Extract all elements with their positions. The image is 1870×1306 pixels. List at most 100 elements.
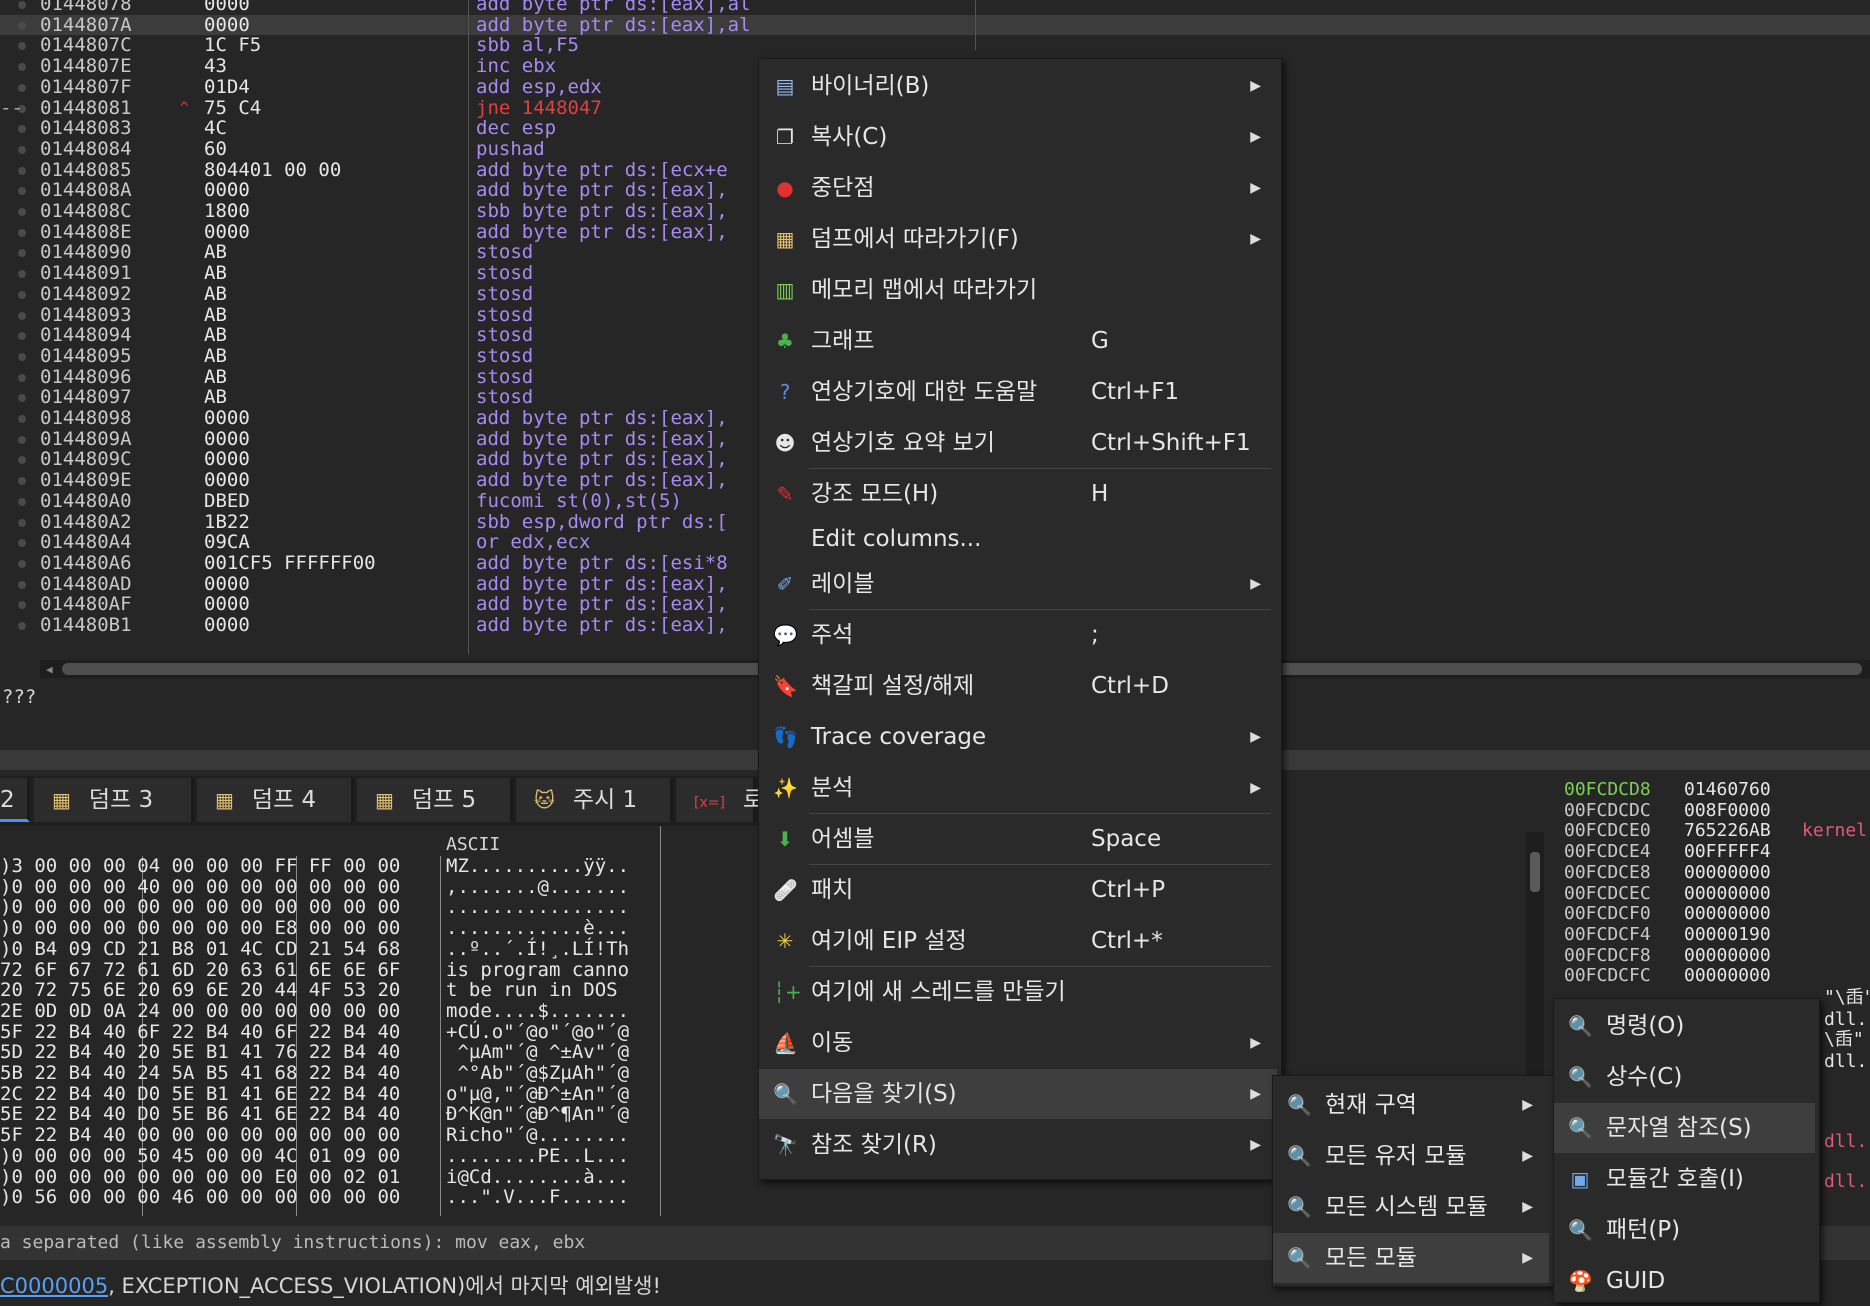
menu-item-17[interactable]: 🩹 패치 Ctrl+P (759, 865, 1277, 915)
stack-row[interactable]: 00FCDCF4 00000190 (1564, 924, 1771, 946)
breakpoint-dot-icon[interactable] (18, 415, 26, 423)
menu-item-21[interactable]: 🔍 다음을 찾기(S) ▶ (759, 1069, 1277, 1119)
menu-item-2[interactable]: ❐ 복사(C) ▶ (759, 112, 1277, 162)
stack-row[interactable]: 00FCDCF8 00000000 (1564, 945, 1771, 967)
breakpoint-dot-icon[interactable] (18, 290, 26, 299)
breakpoint-dot-icon[interactable] (18, 539, 26, 548)
menu-item-label: 상수(C) (1606, 1064, 1683, 1090)
tab-1[interactable]: 2 (0, 778, 30, 822)
breakpoint-dot-icon[interactable] (18, 373, 26, 382)
breakpoint-dot-icon[interactable] (18, 1, 26, 9)
stack-row[interactable]: 00FCDCF0 00000000 (1564, 903, 1771, 925)
menu-item-3[interactable]: ● 중단점 ▶ (759, 163, 1277, 213)
dump-icon: ▦ (52, 788, 71, 812)
submenu-item-3[interactable]: 🔍 문자열 참조(S) (1554, 1103, 1815, 1153)
breakpoint-dot-icon[interactable] (18, 456, 26, 465)
stack-row[interactable]: 00FCDCD8 01460760 (1564, 780, 1771, 801)
breakpoint-dot-icon[interactable] (18, 435, 26, 444)
breakpoint-dot-icon[interactable] (18, 21, 26, 30)
stack-row[interactable]: 00FCDCE8 00000000 (1564, 862, 1771, 884)
submenu-item-6[interactable]: 🍄 GUID (1554, 1256, 1815, 1306)
submenu-item-5[interactable]: 🔍 패턴(P) (1554, 1205, 1815, 1255)
disasm-row[interactable]: 01448078 0000 add byte ptr ds:[eax],al (0, 0, 1870, 15)
menu-item-6[interactable]: ♣ 그래프 G (759, 316, 1277, 366)
stack-row[interactable]: 00FCDCE4 00FFFFF4 (1564, 841, 1771, 863)
goto-icon: ⛵ (773, 1031, 798, 1055)
breakpoint-dot-icon[interactable] (18, 125, 26, 134)
submenu-item-3[interactable]: 🔍 모든 시스템 모듈 ▶ (1273, 1182, 1549, 1232)
exception-code-link[interactable]: C0000005 (0, 1274, 108, 1298)
stack-comment-fragment: "\臿" (1824, 987, 1870, 1008)
menu-item-5[interactable]: ▥ 메모리 맵에서 따라가기 (759, 265, 1277, 315)
breakpoint-dot-icon[interactable] (18, 352, 26, 361)
tab-5[interactable]: 🐱 주시 1 (516, 778, 673, 822)
breakpoint-dot-icon[interactable] (18, 145, 26, 154)
breakpoint-dot-icon[interactable] (18, 42, 26, 51)
disasm-instruction: add byte ptr ds:[ecx+e (476, 158, 728, 181)
breakpoint-dot-icon[interactable] (18, 559, 26, 568)
breakpoint-dot-icon[interactable] (18, 63, 26, 72)
stack-row[interactable]: 00FCDCFC 00000000 (1564, 965, 1771, 987)
menu-item-12[interactable]: 💬 주석; (759, 610, 1277, 660)
menu-item-11[interactable]: ✐ 레이블 ▶ (759, 559, 1277, 609)
scroll-left-icon[interactable]: ◀ (46, 663, 53, 676)
disasm-row[interactable]: 0144807C 1C F5 sbb al,F5 (0, 35, 1870, 56)
context-menu: ▤ 바이너리(B) ▶ ❐ 복사(C) ▶ ● 중단점 ▶ ▦ 덤프에서 따라가기(F) ▶ ▥ 메모리 … (758, 58, 1282, 1180)
breakpoint-dot-icon[interactable] (18, 601, 26, 610)
submenu-item-1[interactable]: 🔍 현재 구역 ▶ (1273, 1080, 1549, 1130)
tab-4[interactable]: ▦ 덤프 5 (357, 778, 513, 822)
tab-2[interactable]: ▦ 덤프 3 (34, 778, 194, 822)
chevron-right-icon: ▶ (1250, 1035, 1261, 1051)
menu-item-22[interactable]: 🔭 참조 찾기(R) ▶ (759, 1120, 1277, 1170)
stack-comment-fragment: dll. (1824, 1171, 1868, 1192)
breakpoint-dot-icon[interactable] (18, 394, 26, 403)
menu-item-10[interactable]: Edit columns... (759, 520, 1277, 558)
breakpoint-dot-icon[interactable] (18, 228, 26, 237)
disasm-row[interactable]: 0144807A 0000 add byte ptr ds:[eax],al (0, 14, 1870, 36)
disasm-instruction: sbb al,F5 (476, 34, 579, 57)
menu-item-19[interactable]: ┆+ 여기에 새 스레드를 만들기 (759, 967, 1277, 1017)
menu-item-15[interactable]: ✨ 분석 ▶ (759, 763, 1277, 813)
disasm-instruction: add byte ptr ds:[eax], (476, 614, 728, 636)
menu-item-20[interactable]: ⛵ 이동 ▶ (759, 1018, 1277, 1068)
menu-item-16[interactable]: ⬇ 어셈블 Space (759, 814, 1277, 864)
breakpoint-dot-icon[interactable] (18, 518, 26, 527)
submenu-item-2[interactable]: 🔍 상수(C) (1554, 1052, 1815, 1102)
menu-item-9[interactable]: ✎ 강조 모드(H) H (759, 469, 1277, 519)
menu-item-18[interactable]: ✳ 여기에 EIP 설정 Ctrl+* (759, 916, 1277, 966)
breakpoint-dot-icon[interactable] (18, 208, 26, 216)
stack-row[interactable]: 00FCDCEC 00000000 (1564, 883, 1771, 905)
submenu-item-2[interactable]: 🔍 모든 유저 모듈 ▶ (1273, 1131, 1549, 1181)
menu-item-14[interactable]: 👣 Trace coverage ▶ (759, 712, 1277, 762)
menu-item-1[interactable]: ▤ 바이너리(B) ▶ (759, 61, 1277, 111)
breakpoint-dot-icon[interactable] (18, 166, 26, 175)
menu-item-13[interactable]: 🔖 책갈피 설정/해제 Ctrl+D (759, 661, 1277, 711)
breakpoint-dot-icon[interactable] (18, 249, 26, 258)
breakpoint-dot-icon[interactable] (18, 497, 26, 506)
submenu-item-4[interactable]: ▣ 모듈간 호출(I) (1554, 1154, 1815, 1204)
breakpoint-dot-icon[interactable] (18, 187, 26, 196)
dump-tab-bar: 2 ▦ 덤프 3 ▦ 덤프 4 ▦ 덤프 5 🐱 주시 1 [x=] 로 (0, 776, 764, 826)
tab-3[interactable]: ▦ 덤프 4 (197, 778, 354, 822)
menu-item-8[interactable]: ☻ 연상기호 요약 보기 Ctrl+Shift+F1 (759, 418, 1277, 468)
dump-ascii: ............è... (446, 917, 630, 940)
breakpoint-dot-icon[interactable] (18, 83, 26, 92)
stack-value: 01460760 (1684, 780, 1771, 800)
menu-item-7[interactable]: ? 연상기호에 대한 도움말 Ctrl+F1 (759, 367, 1277, 417)
submenu-item-4[interactable]: 🔍 모든 모듈 ▶ (1273, 1233, 1549, 1283)
menu-item-shortcut: ; (1091, 622, 1099, 648)
tab-6[interactable]: [x=] 로 (676, 778, 764, 822)
scrollbar-thumb[interactable] (1530, 852, 1540, 892)
breakpoint-dot-icon[interactable] (18, 622, 26, 630)
submenu-item-1[interactable]: 🔍 명령(O) (1554, 1001, 1815, 1051)
disasm-address: 0144807C (40, 34, 132, 57)
disasm-address: 0144809E (40, 469, 132, 492)
breakpoint-dot-icon[interactable] (18, 332, 26, 341)
breakpoint-dot-icon[interactable] (18, 580, 26, 589)
breakpoint-dot-icon[interactable] (18, 477, 26, 486)
breakpoint-dot-icon[interactable] (18, 270, 26, 279)
stack-row[interactable]: 00FCDCE0 765226AB kernel (1564, 821, 1867, 842)
breakpoint-dot-icon[interactable] (18, 311, 26, 320)
stack-row[interactable]: 00FCDCDC 008F0000 (1564, 800, 1771, 822)
menu-item-4[interactable]: ▦ 덤프에서 따라가기(F) ▶ (759, 214, 1277, 264)
